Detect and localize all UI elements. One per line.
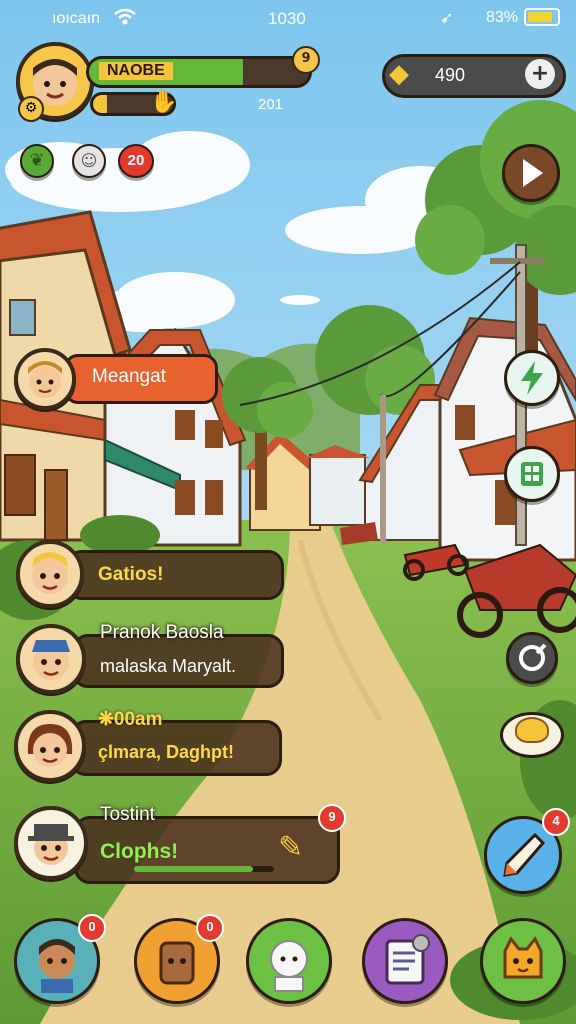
- chat-item-1[interactable]: Meangat: [14, 348, 218, 410]
- nav-pet-button[interactable]: [480, 918, 566, 1004]
- chat-item-2[interactable]: Gatios!: [16, 540, 286, 610]
- villager-face-icon: [32, 552, 68, 594]
- chat-line-1: Gatios!: [98, 564, 164, 585]
- chat-line-1: Meangat: [92, 366, 166, 387]
- status-bar: ıoıcaın 1030 ➹ 83%: [0, 0, 576, 36]
- battery-icon: [524, 8, 560, 26]
- chat-avatar: [16, 540, 84, 608]
- chat-line-1: Pranok Baosla: [100, 622, 224, 643]
- chat-item-5[interactable]: Tostint Clophs! ✎ 9: [14, 800, 346, 890]
- player-name: NAOBE: [99, 62, 173, 80]
- chat-avatar: [16, 624, 86, 694]
- chat-badge: 9: [318, 804, 346, 832]
- villager-face-icon: [27, 724, 73, 767]
- tools-button[interactable]: [506, 632, 558, 684]
- nav-friends-button[interactable]: [246, 918, 332, 1004]
- face-icon[interactable]: ☺: [72, 144, 106, 178]
- friends-icon: [270, 940, 308, 992]
- energy-bar-fill: [93, 95, 108, 113]
- wifi-icon: [114, 8, 136, 31]
- leaf-icon[interactable]: ❦: [20, 144, 54, 178]
- chat-avatar: [14, 710, 86, 782]
- chat-progress-bar: [134, 866, 274, 872]
- chat-line-2: çlmara, Daghpt!: [98, 742, 235, 762]
- boost-button[interactable]: [504, 350, 560, 406]
- chat-avatar: [14, 348, 76, 410]
- xp-bar: NAOBE: [86, 56, 312, 88]
- currency-amount: 490: [435, 65, 466, 85]
- chat-line-1: Tostint: [100, 804, 155, 825]
- brush-icon: ✎: [278, 830, 304, 865]
- villager-face-icon: [28, 361, 62, 398]
- chat-item-3[interactable]: Pranok Baosla malaska Maryalt.: [16, 620, 286, 694]
- battery-percent: 83%: [486, 9, 519, 26]
- map-button[interactable]: [504, 446, 560, 502]
- add-currency-button[interactable]: +: [525, 59, 555, 89]
- currency-panel: ◆ 490 +: [382, 54, 566, 98]
- play-icon: [523, 159, 543, 187]
- villager-face-icon: [28, 824, 74, 865]
- chat-line-2: Clophs!: [100, 840, 179, 863]
- quest-scroll-icon: [385, 934, 430, 985]
- carrier-label: ıoıcaın: [52, 10, 101, 27]
- chat-item-4[interactable]: ❋00am çlmara, Daghpt!: [14, 706, 286, 784]
- notification-counter[interactable]: 20: [118, 144, 154, 178]
- lightning-leaf-icon: [521, 361, 543, 395]
- settings-gear-icon[interactable]: ⚙: [18, 96, 44, 122]
- energy-value: 201: [258, 96, 284, 113]
- nav-quest-button[interactable]: [362, 918, 448, 1004]
- food-plate-icon[interactable]: [500, 712, 564, 758]
- energy-hand-icon: ✋: [150, 90, 178, 115]
- pet-icon: [503, 936, 543, 979]
- nav-character-badge: 0: [78, 914, 106, 942]
- nav-bag-badge: 0: [196, 914, 224, 942]
- chat-line-2: malaska Maryalt.: [100, 656, 237, 676]
- map-grid-icon: [521, 462, 543, 486]
- gem-icon: ◆: [389, 59, 409, 89]
- chat-line-1: ❋00am: [98, 709, 163, 730]
- clock-time: 1030: [268, 9, 306, 28]
- location-icon: ➹: [440, 10, 454, 27]
- chat-avatar: [14, 806, 88, 880]
- create-badge: 4: [542, 808, 570, 836]
- level-badge: 9: [292, 46, 320, 74]
- wrench-icon: [519, 643, 547, 671]
- play-button[interactable]: [502, 144, 560, 202]
- villager-face-icon: [32, 640, 70, 680]
